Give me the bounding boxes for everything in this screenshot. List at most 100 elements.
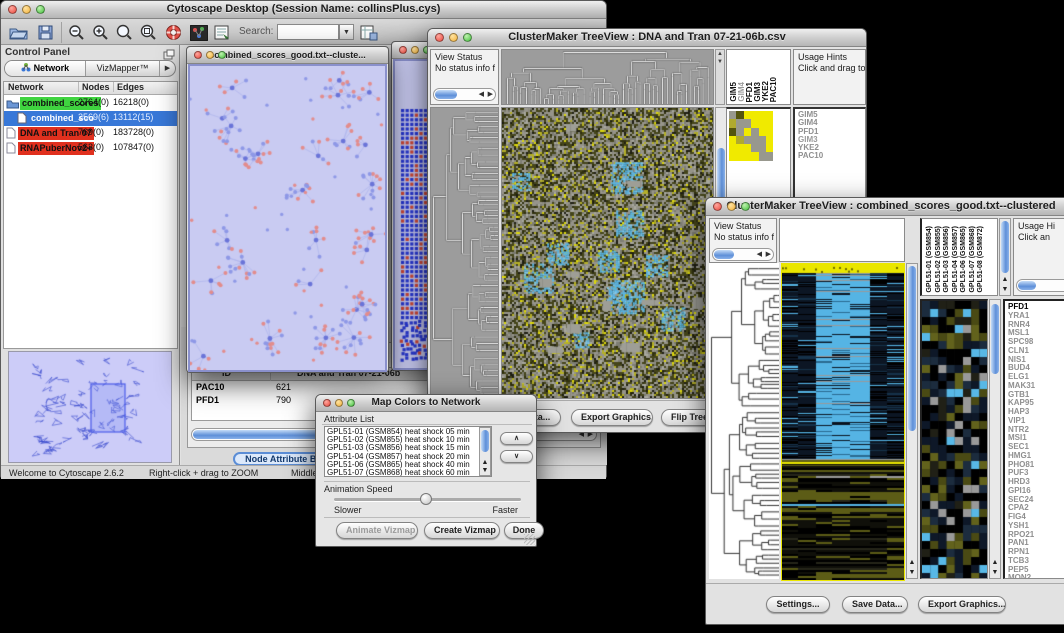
scrollbar-thumb[interactable] <box>435 90 457 99</box>
network-view-1[interactable] <box>188 64 387 372</box>
slider-thumb[interactable] <box>420 493 432 505</box>
scrollbar-thumb[interactable] <box>1018 281 1036 290</box>
gene-label[interactable]: MON2 <box>1008 574 1064 579</box>
column-label[interactable]: GPL51-07 (GSM868) <box>969 226 978 293</box>
minimize-button[interactable] <box>727 202 736 211</box>
column-label[interactable]: PAC10 <box>770 77 778 102</box>
attribute-browser-button[interactable] <box>357 22 380 43</box>
vizmapper-tool-button[interactable] <box>187 22 210 43</box>
scrollbar-thumb[interactable] <box>1001 221 1009 273</box>
scrollbar-thumb[interactable] <box>991 304 999 374</box>
settings-button[interactable]: Settings... <box>766 596 830 613</box>
tv1-mini-arrows[interactable]: ▲▼ <box>715 49 725 105</box>
minimize-button[interactable] <box>206 51 214 59</box>
zoom-fit-button[interactable] <box>113 22 136 43</box>
minimize-button[interactable] <box>22 5 31 14</box>
col-edges[interactable]: Edges <box>113 82 144 92</box>
help-button[interactable] <box>162 22 185 43</box>
column-label[interactable]: GPL51-03 (GSM856) <box>943 226 952 293</box>
tv2-vscrollbar[interactable]: ▲▼ <box>906 263 918 579</box>
dialog-titlebar[interactable]: Map Colors to Network <box>316 395 536 412</box>
animate-vizmap-button[interactable]: Animate Vizmap <box>336 522 418 539</box>
treeview2-titlebar[interactable]: ClusterMaker TreeView : combined_scores_… <box>706 198 1064 216</box>
zoom-button[interactable] <box>463 33 472 42</box>
scroll-up-arrow[interactable]: ▲ <box>480 459 490 466</box>
tv2-usage-scrollbar[interactable] <box>1016 279 1064 292</box>
scroll-up-arrow[interactable]: ▲ <box>990 559 1000 566</box>
network-window-1-titlebar[interactable]: combined_scores_good.txt--cluste... <box>187 47 388 64</box>
scroll-down-arrow[interactable]: ▼ <box>480 467 490 474</box>
tv2-heatmap[interactable] <box>781 263 905 581</box>
zoom-in-button[interactable] <box>89 22 112 43</box>
tab-network[interactable]: Network <box>5 61 86 76</box>
tv1-column-dendrogram[interactable] <box>501 49 714 105</box>
scroll-up-arrow[interactable]: ▲ <box>907 559 917 566</box>
window-controls[interactable] <box>8 5 45 14</box>
minimize-button[interactable] <box>335 399 343 407</box>
save-session-button[interactable] <box>34 22 57 43</box>
scroll-left-arrow[interactable]: ◀ <box>757 249 762 260</box>
network-row-selected[interactable]: combined_sco 2569(6)13112(15) <box>4 111 177 126</box>
tv1-status-scrollbar[interactable]: ◀▶ <box>433 88 496 101</box>
tv1-heatmap[interactable] <box>501 107 714 399</box>
zoom-button[interactable] <box>347 399 355 407</box>
minimize-button[interactable] <box>449 33 458 42</box>
scrollbar-thumb[interactable] <box>908 266 916 431</box>
attribute-list-scrollbar[interactable]: ▲▼ <box>479 427 491 476</box>
zoom-button[interactable] <box>218 51 226 59</box>
scroll-down-arrow[interactable]: ▼ <box>990 569 1000 576</box>
open-session-button[interactable] <box>7 22 30 43</box>
scroll-down-arrow[interactable]: ▼ <box>907 569 917 576</box>
network-row[interactable]: DNA and Tran 07 769(0)183728(0) <box>4 126 177 141</box>
network-row[interactable]: RNAPuberNov2+ 563(0)107847(0) <box>4 141 177 156</box>
tv2-zoom-scrollbar[interactable]: ▲▼ <box>989 299 1001 579</box>
zoom-out-button[interactable] <box>65 22 88 43</box>
animation-speed-slider[interactable] <box>334 498 521 501</box>
tab-overflow-button[interactable]: ▶ <box>159 61 175 76</box>
col-network[interactable]: Network <box>8 82 44 92</box>
close-button[interactable] <box>435 33 444 42</box>
scroll-right-arrow[interactable]: ▶ <box>766 249 771 260</box>
resize-grip[interactable] <box>524 534 535 545</box>
gene-label[interactable]: PAC10 <box>798 152 865 160</box>
snapshot-button[interactable] <box>211 22 234 43</box>
main-titlebar[interactable]: Cytoscape Desktop (Session Name: collins… <box>1 1 606 19</box>
network-row[interactable]: combined_scores 2764(0)16218(0) <box>4 96 177 111</box>
export-graphics-button[interactable]: Export Graphics... <box>918 596 1006 613</box>
column-label[interactable]: GPL51-02 (GSM855) <box>935 226 944 293</box>
search-dropdown-button[interactable]: ▼ <box>339 24 354 40</box>
column-label[interactable]: GPL51-04 (GSM857) <box>952 226 961 293</box>
zoom-button[interactable] <box>741 202 750 211</box>
col-nodes[interactable]: Nodes <box>78 82 110 92</box>
attribute-item[interactable]: GPL51-07 (GSM868) heat shock 60 min <box>327 469 491 477</box>
birdseye-view[interactable] <box>8 351 172 463</box>
scroll-up-arrow[interactable]: ▲ <box>1000 276 1010 283</box>
column-label[interactable]: GPL51-06 (GSM865) <box>960 226 969 293</box>
scroll-down-arrow[interactable]: ▼ <box>1000 286 1010 293</box>
move-down-button[interactable]: ∨ <box>500 450 533 463</box>
save-data-button[interactable]: Save Data... <box>842 596 908 613</box>
export-graphics-button[interactable]: Export Graphics... <box>571 409 653 426</box>
tab-vizmapper[interactable]: VizMapper™ <box>86 61 159 76</box>
tv2-status-scrollbar[interactable]: ◀▶ <box>712 248 774 261</box>
scroll-left-arrow[interactable]: ◀ <box>479 89 484 100</box>
scrollbar-thumb[interactable] <box>481 430 489 452</box>
close-button[interactable] <box>323 399 331 407</box>
attribute-listbox[interactable]: GPL51-01 (GSM854) heat shock 05 minGPL51… <box>324 426 492 477</box>
tv2-row-dendrogram[interactable] <box>709 263 779 579</box>
zoom-selected-button[interactable] <box>137 22 160 43</box>
close-button[interactable] <box>713 202 722 211</box>
tv1-row-dendrogram[interactable] <box>430 107 499 399</box>
minimize-button[interactable] <box>411 46 419 54</box>
similarity-matrix[interactable] <box>729 111 773 161</box>
column-label[interactable]: GPL51-08 (GSM872) <box>977 226 986 293</box>
search-input[interactable] <box>277 24 339 40</box>
tv2-zoom-heatmap[interactable] <box>920 299 988 579</box>
close-button[interactable] <box>399 46 407 54</box>
close-button[interactable] <box>8 5 17 14</box>
create-vizmap-button[interactable]: Create Vizmap <box>424 522 500 539</box>
scrollbar-thumb[interactable] <box>714 250 734 259</box>
treeview1-titlebar[interactable]: ClusterMaker TreeView : DNA and Tran 07-… <box>428 29 866 47</box>
tv2-label-scrollbar[interactable]: ▲▼ <box>999 218 1011 296</box>
column-label[interactable]: GPL51-01 (GSM854) <box>926 226 935 293</box>
